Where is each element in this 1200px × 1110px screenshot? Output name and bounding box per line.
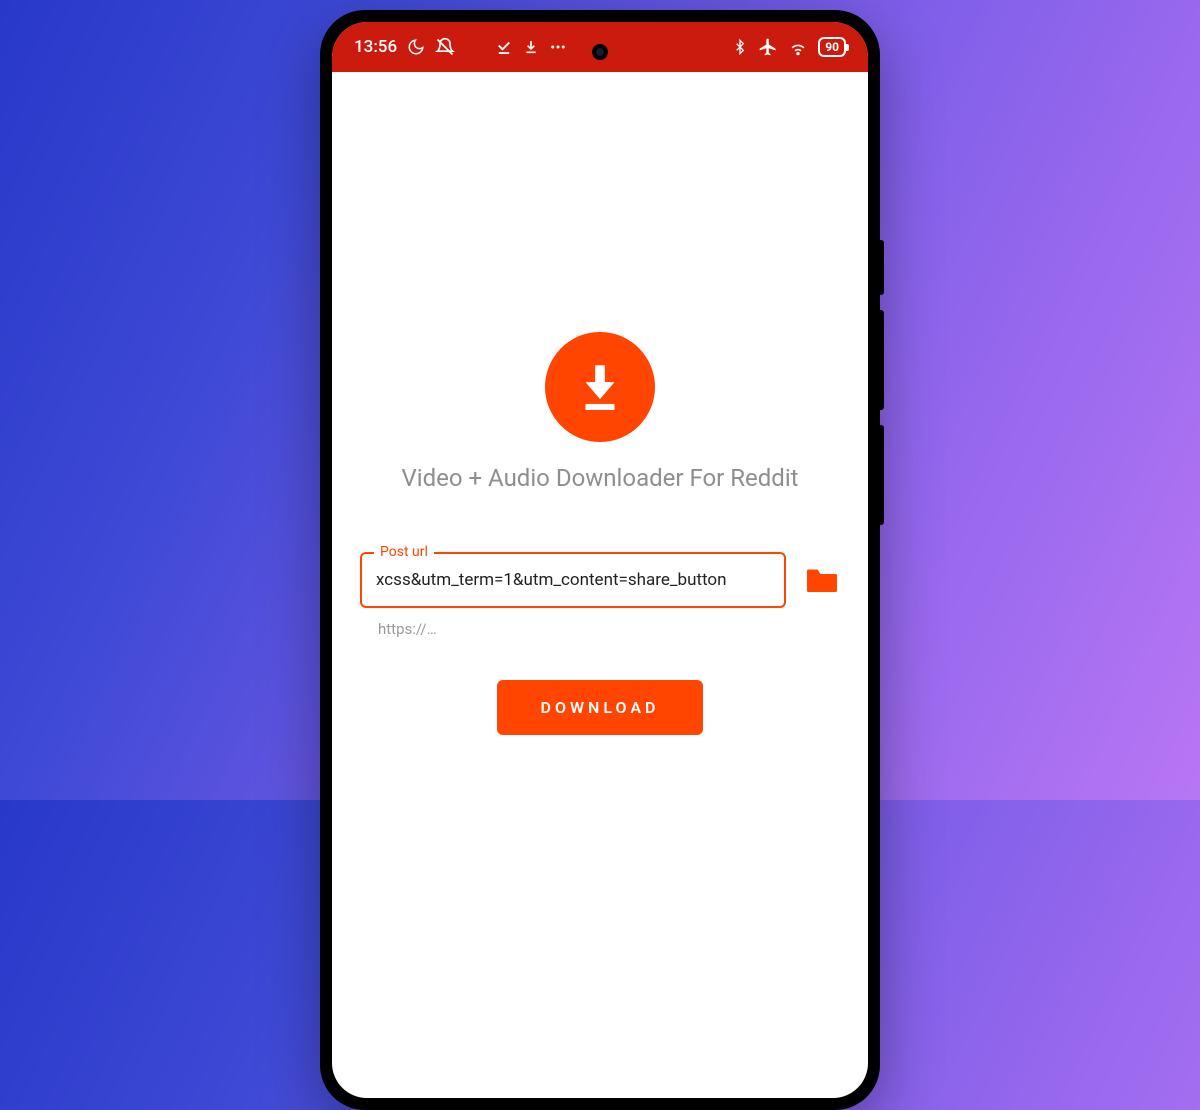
clock-text: 13:56 xyxy=(354,37,397,57)
check-underline-icon xyxy=(495,38,513,56)
wifi-icon xyxy=(788,37,808,57)
more-dots-icon xyxy=(549,38,567,56)
folder-icon[interactable] xyxy=(804,565,840,595)
post-url-field[interactable]: Post url xyxy=(360,552,786,608)
app-title: Video + Audio Downloader For Reddit xyxy=(401,464,798,492)
phone-side-button xyxy=(880,310,884,410)
phone-frame: 13:56 xyxy=(320,10,880,1110)
url-input-row: Post url xyxy=(360,552,840,608)
punch-hole-camera xyxy=(592,44,608,60)
download-mini-icon xyxy=(523,39,539,55)
download-arrow-icon xyxy=(571,358,629,416)
phone-side-button xyxy=(880,425,884,525)
bluetooth-icon xyxy=(732,37,748,57)
phone-screen: 13:56 xyxy=(332,22,868,1098)
status-bar-left: 13:56 xyxy=(354,37,567,57)
airplane-icon xyxy=(758,37,778,57)
download-button[interactable]: DOWNLOAD xyxy=(497,680,704,735)
mute-icon xyxy=(435,37,455,57)
post-url-input[interactable] xyxy=(376,570,770,590)
app-content: Video + Audio Downloader For Reddit Post… xyxy=(332,72,868,1098)
url-hint: https://… xyxy=(360,620,840,638)
app-logo xyxy=(545,332,655,442)
post-url-label: Post url xyxy=(374,544,434,560)
battery-level: 90 xyxy=(825,41,839,53)
status-bar-right: 90 xyxy=(732,37,846,57)
moon-icon xyxy=(407,38,425,56)
battery-indicator: 90 xyxy=(818,37,846,57)
phone-side-button xyxy=(880,240,884,295)
